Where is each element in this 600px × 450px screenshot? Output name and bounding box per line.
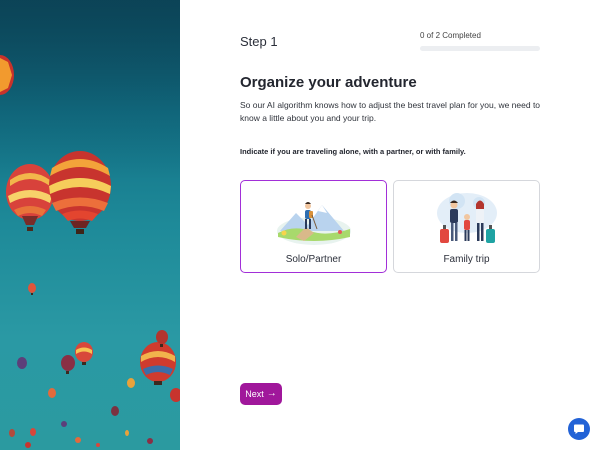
option-label: Solo/Partner bbox=[285, 254, 342, 265]
page-title: Organize your adventure bbox=[240, 74, 417, 91]
option-card-solo-partner[interactable]: Solo/Partner bbox=[240, 180, 387, 273]
chat-bubble-icon bbox=[574, 424, 584, 434]
onboarding-panel: Step 1 0 of 2 Completed Organize your ad… bbox=[180, 0, 600, 450]
family-travel-illustration bbox=[437, 193, 497, 243]
arrow-right-icon: → bbox=[266, 388, 277, 399]
hero-image-hot-air-balloons bbox=[0, 0, 180, 450]
progress-text: 0 of 2 Completed bbox=[420, 31, 481, 40]
page-description: So our AI algorithm knows how to adjust … bbox=[240, 100, 541, 123]
next-button-label: Next bbox=[245, 389, 264, 399]
progress-bar bbox=[420, 46, 540, 51]
next-button[interactable]: Next → bbox=[240, 383, 282, 405]
option-card-family-trip[interactable]: Family trip bbox=[393, 180, 540, 273]
hiker-illustration bbox=[277, 202, 351, 245]
step-label: Step 1 bbox=[240, 34, 278, 49]
balloons-illustration bbox=[0, 0, 180, 450]
instruction-text: Indicate if you are traveling alone, wit… bbox=[240, 147, 466, 156]
progress-indicator: 0 of 2 Completed bbox=[420, 31, 540, 51]
chat-button[interactable] bbox=[568, 418, 590, 440]
option-label: Family trip bbox=[443, 254, 490, 265]
